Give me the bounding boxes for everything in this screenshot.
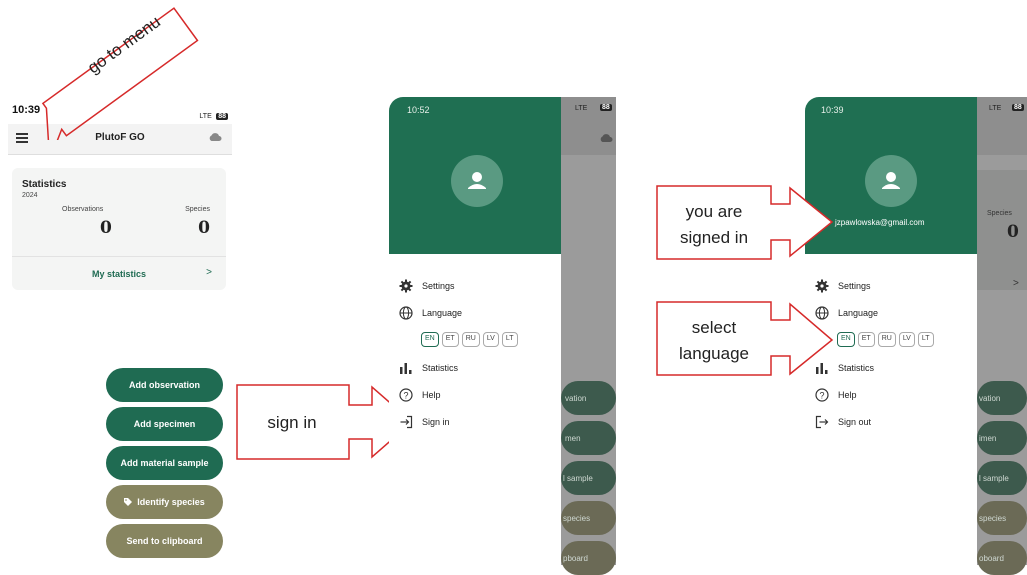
svg-text:?: ? xyxy=(403,390,408,400)
language-option-ru[interactable]: RU xyxy=(877,332,896,347)
sign-in-text: sign in xyxy=(267,413,316,432)
cloud-icon xyxy=(600,134,613,142)
go-to-menu-callout xyxy=(41,7,199,140)
species-label: Species xyxy=(185,206,210,213)
status-time: 10:52 xyxy=(407,105,430,115)
select-language-callout: select language xyxy=(656,301,834,376)
send-to-clipboard-button[interactable]: Send to clipboard xyxy=(106,524,223,558)
globe-icon xyxy=(399,306,413,320)
menu-help[interactable]: Help xyxy=(838,390,857,400)
status-time: 10:39 xyxy=(821,105,844,115)
language-selector: EN ET RU LV LT xyxy=(421,332,518,347)
menu-help[interactable]: Help xyxy=(422,390,441,400)
language-option-et[interactable]: ET xyxy=(857,332,875,347)
add-material-sample-button[interactable]: Add material sample xyxy=(106,446,223,480)
help-icon: ? xyxy=(815,388,829,402)
menu-statistics[interactable]: Statistics xyxy=(422,363,458,373)
behind-card: Species 0 > xyxy=(977,170,1027,290)
menu-sign-out[interactable]: Sign out xyxy=(838,417,871,427)
signal-label: LTE xyxy=(575,105,588,112)
sign-out-icon xyxy=(815,415,829,429)
statistics-title: Statistics xyxy=(22,179,67,190)
language-option-et[interactable]: ET xyxy=(441,332,459,347)
signed-in-text-line1: you are xyxy=(686,202,743,221)
statistics-card: Statistics 2024 Observations Species 0 0… xyxy=(12,168,226,290)
tag-icon xyxy=(124,498,133,506)
language-option-ru[interactable]: RU xyxy=(461,332,480,347)
drawer-body: Settings Language EN ET RU LV LT Statist… xyxy=(389,254,561,565)
add-specimen-button[interactable]: Add specimen xyxy=(106,407,223,441)
battery-badge: 88 xyxy=(600,104,612,111)
identify-species-button[interactable]: Identify species xyxy=(106,485,223,519)
user-email: jzpawlowska@gmail.com xyxy=(835,218,925,227)
help-icon: ? xyxy=(399,388,413,402)
behind-button: vation xyxy=(561,381,616,415)
select-language-line1: select xyxy=(692,318,737,337)
behind-button: oboard xyxy=(977,541,1027,575)
language-option-lv[interactable]: LV xyxy=(898,332,915,347)
behind-button: l sample xyxy=(561,461,616,495)
select-language-line2: language xyxy=(679,344,749,363)
svg-text:?: ? xyxy=(819,390,824,400)
gear-icon xyxy=(815,279,829,293)
behind-appbar: LTE 88 xyxy=(561,97,616,155)
chevron-right-icon: > xyxy=(206,267,212,278)
behind-button: pboard xyxy=(561,541,616,575)
observations-value: 0 xyxy=(100,218,112,238)
language-option-en[interactable]: EN xyxy=(421,332,439,347)
card-divider xyxy=(12,256,226,257)
drawer-header: 10:52 xyxy=(389,97,561,254)
behind-button: vation xyxy=(977,381,1027,415)
observations-label: Observations xyxy=(62,206,104,213)
menu-statistics[interactable]: Statistics xyxy=(838,363,874,373)
menu-settings[interactable]: Settings xyxy=(422,281,455,291)
species-value: 0 xyxy=(198,218,210,238)
menu-language[interactable]: Language xyxy=(838,308,878,318)
behind-appbar: LTE 88 xyxy=(977,97,1027,155)
menu-language[interactable]: Language xyxy=(422,308,462,318)
identify-species-label: Identify species xyxy=(137,497,205,507)
person-icon xyxy=(468,172,486,189)
language-option-en[interactable]: EN xyxy=(837,332,855,347)
statistics-year: 2024 xyxy=(22,192,38,199)
person-icon xyxy=(882,172,900,189)
avatar[interactable] xyxy=(865,155,917,207)
behind-button: l sample xyxy=(977,461,1027,495)
menu-settings[interactable]: Settings xyxy=(838,281,871,291)
my-statistics-link[interactable]: My statistics xyxy=(92,269,146,279)
language-option-lt[interactable]: LT xyxy=(501,332,518,347)
language-option-lv[interactable]: LV xyxy=(482,332,499,347)
sign-in-icon xyxy=(400,415,413,429)
signed-in-text-line2: signed in xyxy=(680,228,748,247)
behind-button: imen xyxy=(977,421,1027,455)
gear-icon xyxy=(399,279,413,293)
menu-sign-in[interactable]: Sign in xyxy=(422,417,450,427)
behind-button: species xyxy=(977,501,1027,535)
avatar[interactable] xyxy=(451,155,503,207)
bar-chart-icon xyxy=(400,363,412,374)
behind-button: men xyxy=(561,421,616,455)
battery-badge: 88 xyxy=(1012,104,1024,111)
signal-label: LTE xyxy=(989,105,1002,112)
behind-button: species xyxy=(561,501,616,535)
language-selector: EN ET RU LV LT xyxy=(837,332,934,347)
add-observation-button[interactable]: Add observation xyxy=(106,368,223,402)
language-option-lt[interactable]: LT xyxy=(917,332,934,347)
signed-in-callout: you are signed in xyxy=(656,185,834,260)
